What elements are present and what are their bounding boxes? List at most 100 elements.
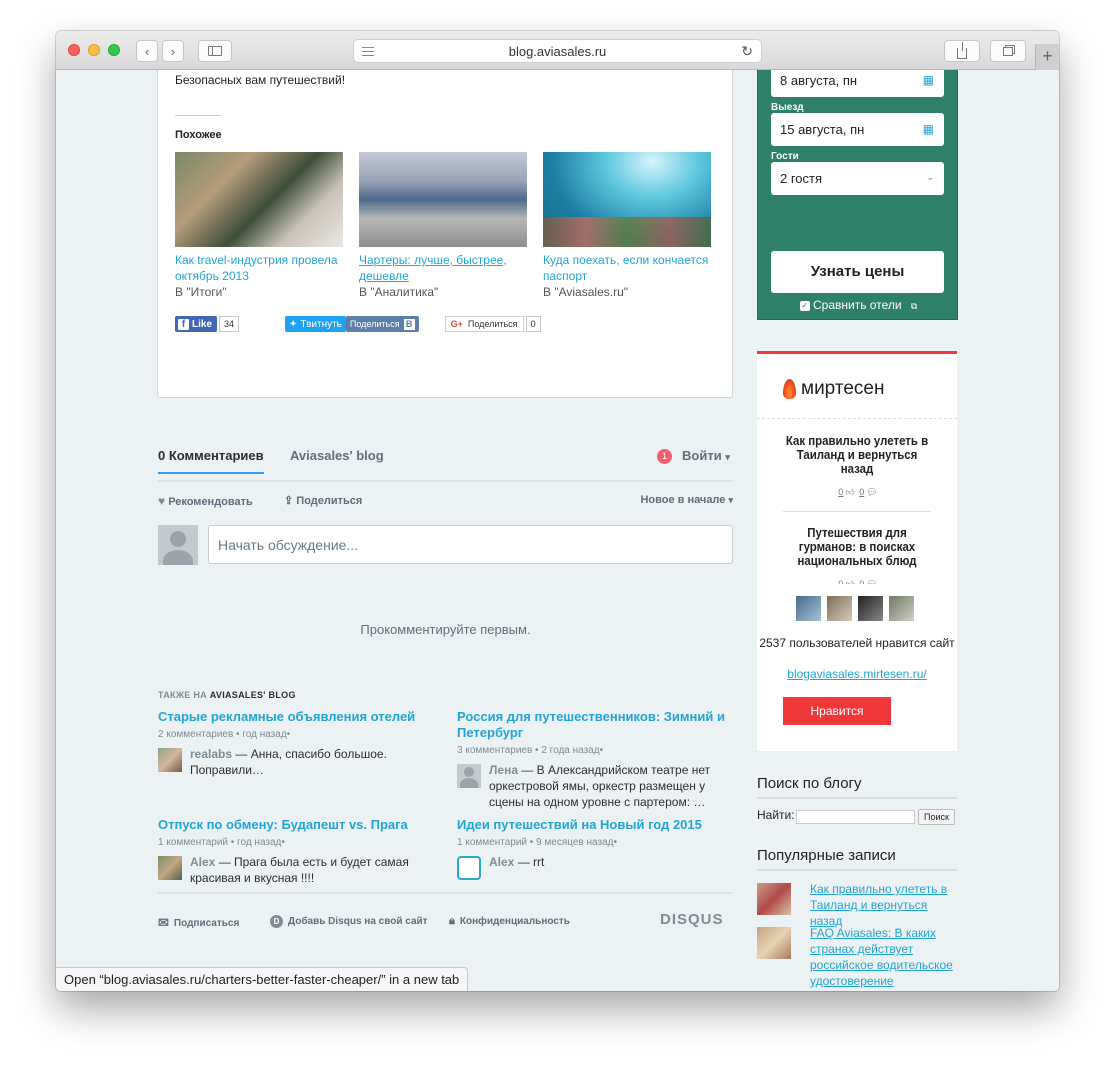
share-buttons: f Like 34 ✦ Твитнуть Поделиться В G+ Под… [175, 315, 541, 333]
notification-badge[interactable]: 1 [657, 449, 672, 464]
discovery-post-title[interactable]: Россия для путешественников: Зимний и Пе… [457, 709, 732, 741]
discovery-post-comment[interactable]: Лена — В Александрийском театре нет орке… [457, 762, 732, 810]
tabs-overview-button[interactable] [990, 40, 1026, 62]
minimize-button[interactable] [88, 44, 100, 56]
related-thumbnail[interactable] [543, 152, 711, 247]
member-avatar[interactable] [858, 596, 883, 621]
discovery-post-comment[interactable]: realabs — Анна, спасибо большое. Поправи… [158, 746, 433, 778]
member-avatars [796, 596, 914, 621]
sidebar-toggle-button[interactable] [198, 40, 232, 62]
related-title-link[interactable]: Как travel-индустрия провела октябрь 201… [175, 252, 343, 284]
also-prefix: ТАКЖЕ НА [158, 690, 210, 700]
status-url: blog.aviasales.ru/charters-better-faster… [103, 972, 382, 987]
related-thumbnail[interactable] [359, 152, 527, 247]
likes-count[interactable]: 0 [838, 487, 843, 497]
disqus-logo[interactable]: DISQUS [660, 911, 724, 928]
login-menu[interactable]: Войти ▾ [682, 448, 730, 463]
discovery-post-meta: 2 комментариев • год назад• [158, 729, 291, 740]
related-thumbnail[interactable] [175, 152, 343, 247]
recommend-button[interactable]: ♥ Рекомендовать [158, 494, 253, 508]
mirtesen-article-title[interactable]: Как правильно улететь в Таиланд и вернут… [785, 434, 929, 476]
chevron-down-icon: ▾ [728, 495, 733, 505]
related-post[interactable]: Чартеры: лучше, быстрее, дешевле В "Анал… [359, 152, 527, 300]
google-share-button[interactable]: G+ Поделиться [444, 316, 524, 332]
forward-button[interactable]: › [162, 40, 184, 62]
search-input[interactable] [796, 810, 915, 824]
discovery-post-title[interactable]: Отпуск по обмену: Будапешт vs. Прага [158, 817, 433, 833]
google-plus-icon: G+ [450, 319, 463, 329]
closing-text: Безопасных вам путешествий! [175, 73, 346, 87]
compare-hotels-toggle[interactable]: ✓ Сравнить отели ⧉ [758, 298, 959, 312]
checkout-date-field[interactable]: 15 августа, пн ▦ [771, 113, 944, 146]
popular-thumbnail[interactable] [757, 883, 791, 915]
checkin-date-field[interactable]: 8 августа, пн ▦ [771, 70, 944, 97]
twitter-icon: ✦ [289, 318, 298, 330]
commenter-avatar [158, 748, 182, 772]
sort-dropdown[interactable]: Новое в начале ▾ [640, 494, 733, 506]
mirtesen-logo-text: миртесен [801, 378, 885, 399]
hotel-booking-widget: 8 августа, пн ▦ Выезд 15 августа, пн ▦ Г… [757, 70, 958, 320]
back-button[interactable]: ‹ [136, 40, 158, 62]
similar-heading: Похожее [175, 129, 222, 141]
new-tab-button[interactable]: + [1035, 44, 1059, 70]
address-bar[interactable]: blog.aviasales.ru ↻ [353, 39, 762, 63]
mirtesen-users-text: 2537 пользователей нравится сайт [759, 636, 955, 650]
popular-heading: Популярные записи [757, 847, 957, 871]
mirtesen-like-button[interactable]: Нравится [783, 697, 891, 725]
popular-thumbnail[interactable] [757, 927, 791, 959]
empty-comments-message: Прокомментируйте первым. [360, 622, 531, 637]
twitter-button[interactable]: ✦ Твитнуть [285, 316, 346, 332]
popular-title-link[interactable]: Как правильно улететь в Таиланд и вернут… [810, 881, 957, 929]
comments-count[interactable]: 0 [859, 487, 864, 497]
share-button[interactable] [944, 40, 980, 62]
member-avatar[interactable] [889, 596, 914, 621]
discovery-post-comment[interactable]: Alex — Прага была есть и будет самая кра… [158, 854, 433, 886]
discovery-post: Отпуск по обмену: Будапешт vs. Прага 1 к… [158, 817, 433, 886]
member-avatar[interactable] [796, 596, 821, 621]
related-post[interactable]: Как travel-индустрия провела октябрь 201… [175, 152, 343, 300]
divider [783, 511, 931, 512]
mirtesen-site-link[interactable]: blogaviasales.mirtesen.ru/ [757, 667, 957, 681]
comment-excerpt: — rrt [514, 855, 545, 869]
search-button[interactable]: Поиск [918, 809, 955, 825]
status-prefix: Open “ [64, 972, 104, 987]
privacy-link[interactable]: 🔒︎ Конфиденциальность [449, 915, 570, 928]
mirtesen-logo[interactable]: миртесен [783, 378, 884, 400]
related-title-link[interactable]: Куда поехать, если кончается паспорт [543, 252, 711, 284]
related-title-link[interactable]: Чартеры: лучше, быстрее, дешевле [359, 252, 527, 284]
guests-select[interactable]: 2 гостя ⌄ [771, 162, 944, 195]
sidebar-icon [208, 46, 222, 56]
discovery-post-title[interactable]: Идеи путешествий на Новый год 2015 [457, 817, 732, 833]
popular-post[interactable]: Как правильно улететь в Таиланд и вернут… [757, 881, 957, 929]
tab-comments[interactable]: 0 Комментариев [158, 448, 264, 474]
popular-post[interactable]: FAQ Aviasales: В каких странах действует… [757, 925, 957, 989]
comment-input[interactable]: Начать обсуждение... [208, 525, 733, 564]
also-on-heading: ТАКЖЕ НА AVIASALES' BLOG [158, 690, 296, 700]
share-thread-label: Поделиться [296, 495, 363, 507]
also-site: AVIASALES' BLOG [209, 690, 296, 700]
mirtesen-article-stats: 0👍︎ 0💬︎ [757, 487, 957, 498]
related-category: В "Аналитика" [359, 285, 439, 299]
reload-icon[interactable]: ↻ [741, 43, 753, 60]
discovery-post-comment[interactable]: Alex — rrt [457, 854, 732, 880]
add-disqus-link[interactable]: D Добавь Disqus на свой сайт [270, 915, 428, 928]
vk-icon: В [403, 318, 415, 330]
find-prices-button[interactable]: Узнать цены [771, 251, 944, 293]
zoom-button[interactable] [108, 44, 120, 56]
mirtesen-article-title[interactable]: Путешествия для гурманов: в поисках наци… [785, 526, 929, 568]
member-avatar[interactable] [827, 596, 852, 621]
facebook-like-button[interactable]: f Like [175, 316, 218, 332]
related-category: В "Aviasales.ru" [543, 285, 629, 299]
vk-share-button[interactable]: Поделиться В [345, 316, 419, 332]
share-thread-button[interactable]: ⇪ Поделиться [284, 494, 362, 507]
divider [757, 418, 957, 419]
tab-community[interactable]: Aviasales' blog [290, 448, 384, 463]
popular-title-link[interactable]: FAQ Aviasales: В каких странах действует… [810, 925, 957, 989]
chevron-left-icon: ‹ [144, 43, 150, 59]
discovery-post-title[interactable]: Старые рекламные объявления отелей [158, 709, 433, 725]
user-avatar [158, 525, 198, 565]
subscribe-link[interactable]: ✉ Подписаться [158, 915, 239, 931]
related-post[interactable]: Куда поехать, если кончается паспорт В "… [543, 152, 711, 300]
commenter-avatar [158, 856, 182, 880]
close-button[interactable] [68, 44, 80, 56]
